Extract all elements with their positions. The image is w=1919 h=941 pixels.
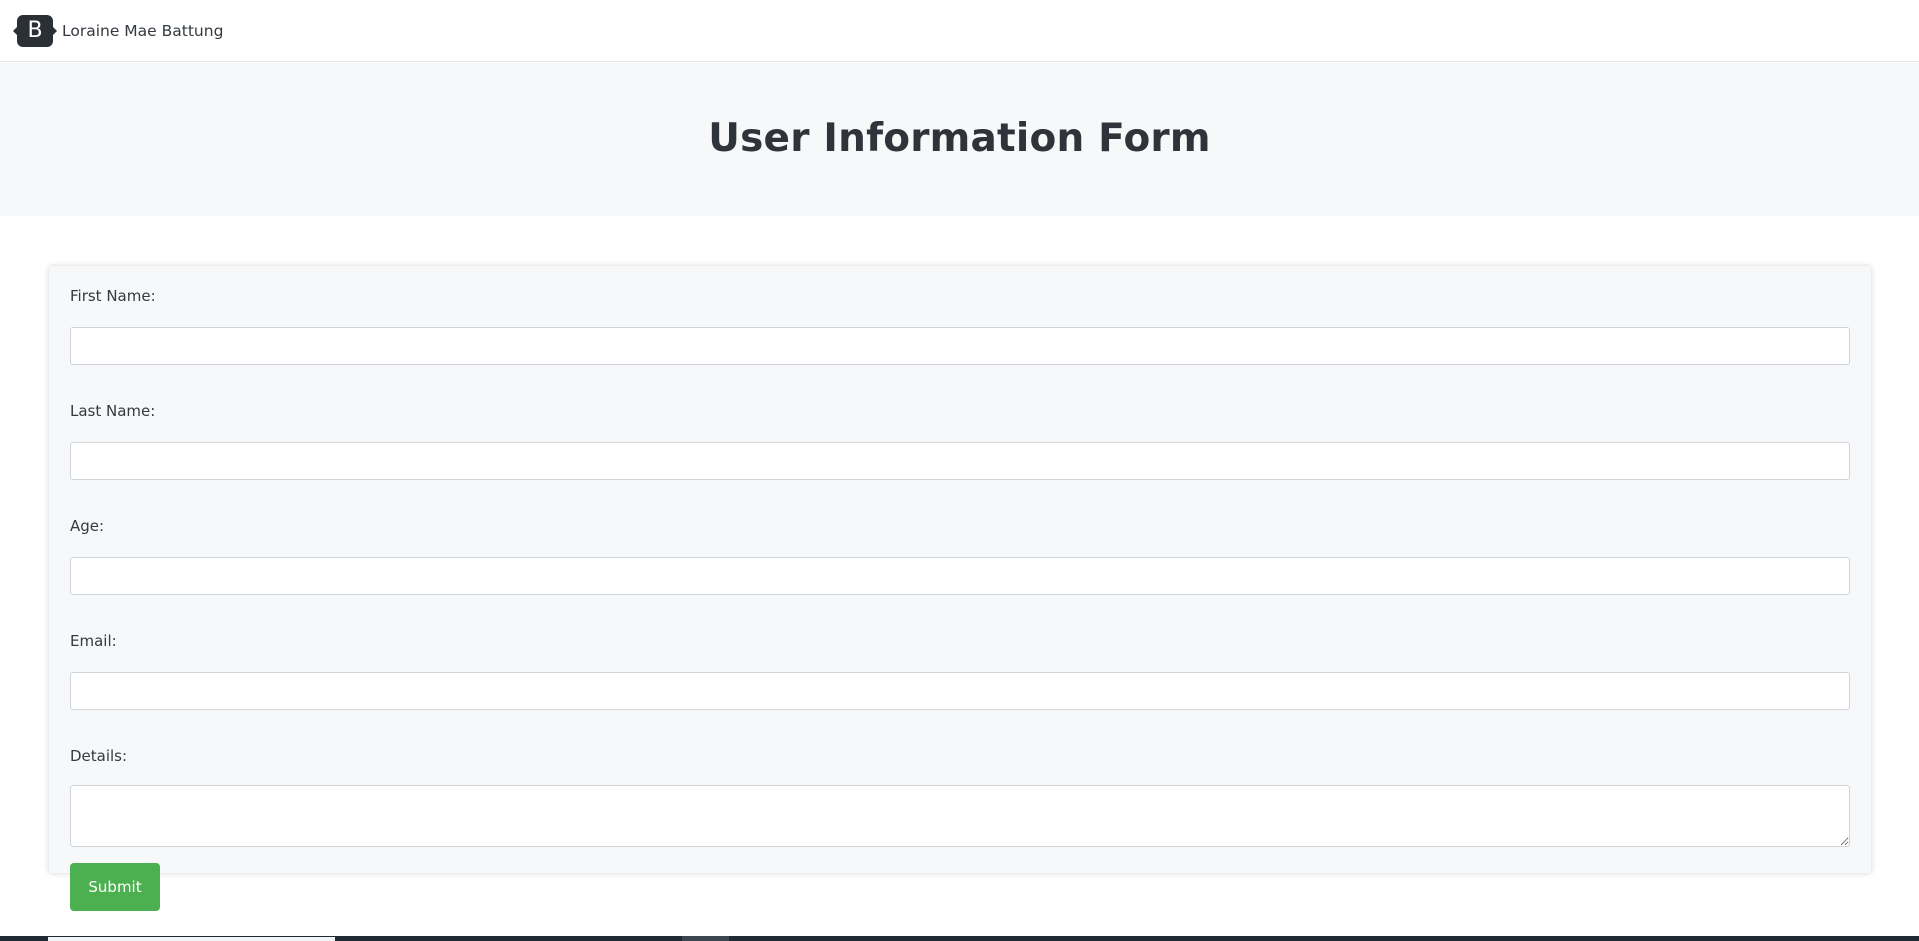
page-title: User Information Form xyxy=(708,116,1211,161)
age-label: Age: xyxy=(70,517,105,535)
email-input[interactable] xyxy=(70,672,1850,710)
footer-strip xyxy=(0,936,1919,941)
submit-button[interactable]: Submit xyxy=(70,863,160,911)
details-textarea[interactable] xyxy=(70,785,1850,847)
last-name-input[interactable] xyxy=(70,442,1850,480)
details-label: Details: xyxy=(70,747,128,765)
first-name-input[interactable] xyxy=(70,327,1850,365)
first-name-label: First Name: xyxy=(70,287,156,305)
bootstrap-logo-icon: B xyxy=(13,14,57,47)
age-input[interactable] xyxy=(70,557,1850,595)
footer-segment xyxy=(682,936,729,941)
brand-link[interactable]: B Loraine Mae Battung xyxy=(13,14,224,47)
footer-segment xyxy=(48,937,335,941)
user-information-form: First Name: Last Name: Age: Email: Detai… xyxy=(49,266,1871,911)
last-name-label: Last Name: xyxy=(70,402,156,420)
email-label: Email: xyxy=(70,632,117,650)
navbar: B Loraine Mae Battung xyxy=(0,0,1919,62)
brand-name: Loraine Mae Battung xyxy=(62,21,224,40)
hero-banner: User Information Form xyxy=(0,63,1919,216)
